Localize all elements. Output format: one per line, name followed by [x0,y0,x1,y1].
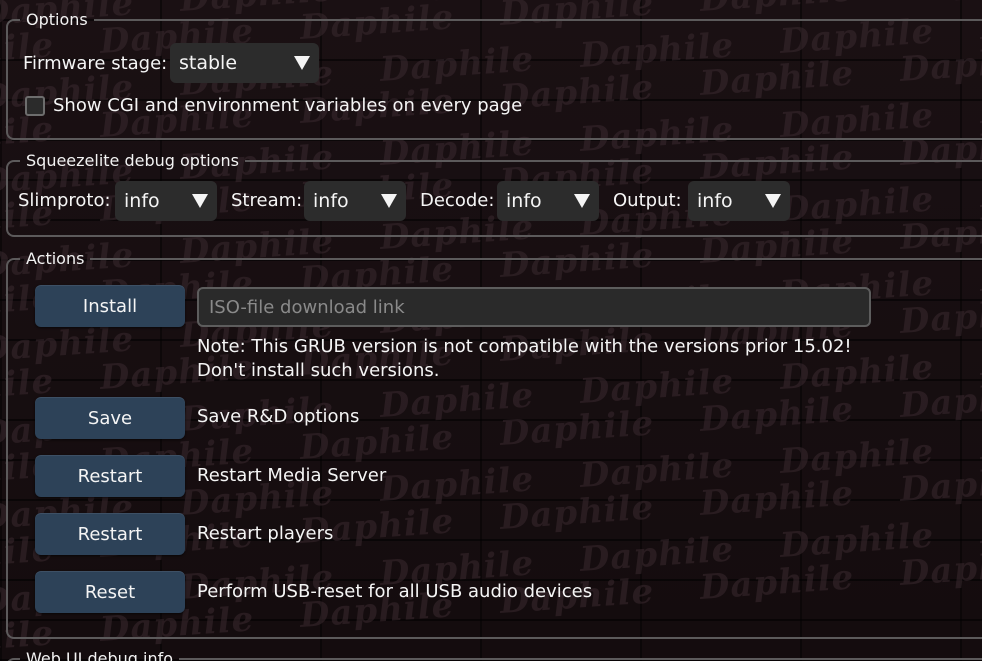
webui-debug-fieldset: Web UI debug info [6,649,982,661]
decode-select[interactable]: info [497,181,599,221]
firmware-stage-select[interactable]: stable [170,43,319,83]
save-button[interactable]: Save [35,397,185,439]
firmware-stage-value: stable [179,52,238,74]
dropdown-caret-icon [294,56,310,70]
restart-media-server-description: Restart Media Server [197,465,387,486]
restart-players-button[interactable]: Restart [35,513,185,555]
dropdown-caret-icon [574,194,590,208]
slimproto-select[interactable]: info [115,181,217,221]
slimproto-value: info [124,190,160,212]
stream-label: Stream: [231,190,303,211]
install-button[interactable]: Install [35,285,185,327]
stream-value: info [313,190,349,212]
output-select[interactable]: info [688,181,790,221]
grub-note-line2: Don't install such versions. [197,360,440,381]
output-label: Output: [613,190,682,211]
restart-players-description: Restart players [197,523,334,544]
iso-download-link-input[interactable] [197,287,871,327]
squeezelite-legend: Squeezelite debug options [26,151,239,170]
save-description: Save R&D options [197,406,360,427]
stream-select[interactable]: info [304,181,406,221]
show-cgi-checkbox[interactable] [25,96,45,116]
options-fieldset: Options [6,10,982,140]
webui-debug-legend: Web UI debug info [26,649,174,661]
show-cgi-label: Show CGI and environment variables on ev… [53,95,523,116]
decode-label: Decode: [420,190,495,211]
dropdown-caret-icon [381,194,397,208]
grub-note-line1: Note: This GRUB version is not compatibl… [197,336,852,357]
restart-media-server-button[interactable]: Restart [35,455,185,497]
options-legend: Options [26,10,88,29]
usb-reset-button[interactable]: Reset [35,571,185,613]
output-value: info [697,190,733,212]
watermark-text: Daphile [899,0,982,6]
dropdown-caret-icon [192,194,208,208]
decode-value: info [506,190,542,212]
usb-reset-description: Perform USB-reset for all USB audio devi… [197,581,593,602]
dropdown-caret-icon [765,194,781,208]
firmware-stage-label: Firmware stage: [23,53,168,74]
slimproto-label: Slimproto: [18,190,111,211]
actions-legend: Actions [26,249,85,268]
